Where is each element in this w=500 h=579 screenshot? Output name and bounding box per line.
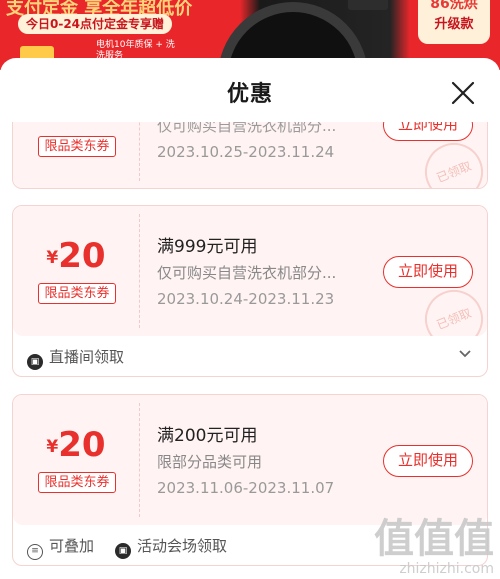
coupon-body: ¥20 限品类东券 满200元可用 限部分品类可用 2023.11.06-202… bbox=[13, 395, 487, 525]
coupon-tag: 限品类东券 bbox=[38, 136, 116, 157]
use-now-button[interactable]: 立即使用 bbox=[383, 445, 473, 477]
watermark-logo: 值值值 bbox=[374, 516, 494, 562]
coupon-date: 2023.11.06-2023.11.07 bbox=[157, 479, 335, 497]
coupon-card: ¥20 限品类东券 满999元可用 仅可购买自营洗衣机部分... 2023.10… bbox=[12, 205, 488, 377]
promo-right-upgrade: 升级款 bbox=[434, 17, 474, 32]
coupon-desc: 仅可购买自营洗衣机部分... bbox=[157, 264, 337, 282]
use-now-button[interactable]: 立即使用 bbox=[383, 256, 473, 288]
close-button[interactable] bbox=[448, 78, 478, 108]
sheet-title: 优惠 bbox=[226, 82, 273, 107]
coupon-date: 2023.10.24-2023.11.23 bbox=[157, 290, 335, 308]
claimed-stamp: 已领取 bbox=[416, 134, 487, 188]
coupon-title: 满999元可用 bbox=[157, 237, 258, 257]
venue-icon: ▣ bbox=[115, 543, 131, 559]
coupon-value: 20 bbox=[58, 425, 106, 465]
live-icon: ▣ bbox=[27, 354, 43, 370]
source-label: 直播间领取 bbox=[49, 348, 125, 366]
stackable-label: 可叠加 bbox=[49, 537, 95, 555]
coupon-body: 限品类东券 仅可购买自营洗衣机部分... 2023.10.25-2023.11.… bbox=[13, 122, 487, 188]
coupon-tag: 限品类东券 bbox=[38, 283, 116, 304]
coupon-list[interactable]: 限品类东券 仅可购买自营洗衣机部分... 2023.10.25-2023.11.… bbox=[0, 122, 500, 579]
coupon-desc: 仅可购买自营洗衣机部分... bbox=[157, 122, 337, 135]
coupon-card: 限品类东券 仅可购买自营洗衣机部分... 2023.10.25-2023.11.… bbox=[12, 122, 488, 189]
coupon-divider bbox=[139, 122, 140, 181]
coupon-body: ¥20 限品类东券 满999元可用 仅可购买自营洗衣机部分... 2023.10… bbox=[13, 206, 487, 336]
currency-symbol: ¥ bbox=[46, 248, 59, 268]
source-label: 活动会场领取 bbox=[137, 537, 228, 555]
washer-panel bbox=[348, 0, 388, 10]
chevron-down-icon[interactable] bbox=[457, 346, 473, 362]
stack-icon: ≡ bbox=[27, 544, 43, 560]
promo-pill: 今日0-24点付定金专享赠 bbox=[18, 14, 173, 34]
coupon-tag: 限品类东券 bbox=[38, 472, 116, 493]
coupon-divider bbox=[139, 403, 140, 517]
watermark: 值值值 zhizhizhi.com bbox=[374, 517, 494, 577]
use-now-button[interactable]: 立即使用 bbox=[383, 122, 473, 141]
coupon-divider bbox=[139, 214, 140, 328]
coupon-title: 满200元可用 bbox=[157, 426, 258, 446]
coupon-amount: ¥20 bbox=[13, 236, 139, 276]
promo-right-big: 86洗烘 bbox=[430, 0, 478, 12]
promo-right-badge: 86洗烘 升级款 bbox=[418, 0, 490, 44]
coupon-value: 20 bbox=[58, 236, 106, 276]
watermark-url: zhizhizhi.com bbox=[399, 561, 494, 577]
coupon-desc: 限部分品类可用 bbox=[157, 453, 263, 471]
coupon-footer: ▣ 直播间领取 bbox=[13, 336, 487, 376]
currency-symbol: ¥ bbox=[46, 437, 59, 457]
coupon-date: 2023.10.25-2023.11.24 bbox=[157, 143, 335, 161]
source-live-room: ▣ 直播间领取 bbox=[27, 346, 124, 370]
source-venue: ▣ 活动会场领取 bbox=[115, 535, 227, 559]
close-icon bbox=[451, 81, 475, 105]
coupon-sheet: 优惠 限品类东券 仅可购买自营洗衣机部分... 2023.10.25-2023.… bbox=[0, 58, 500, 579]
claimed-stamp: 已领取 bbox=[416, 281, 487, 336]
stackable-badge: ≡ 可叠加 bbox=[27, 535, 94, 560]
coupon-amount: ¥20 bbox=[13, 425, 139, 465]
